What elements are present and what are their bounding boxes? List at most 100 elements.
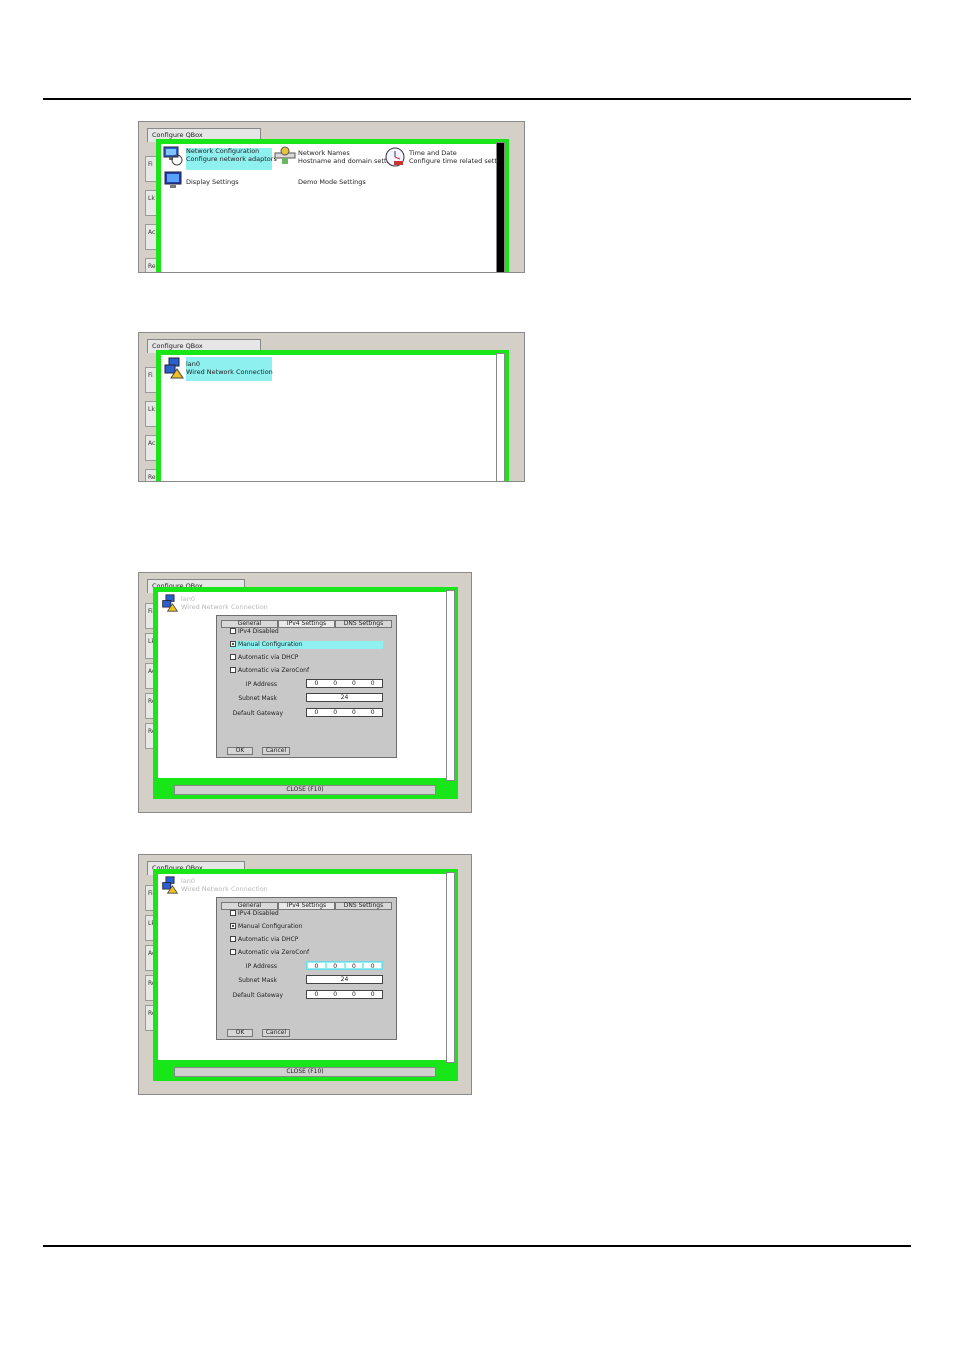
screenshot-configure-menu: Configure QBox Fi Lk Ac Re Network Confi…: [138, 121, 525, 273]
option-manual-configuration[interactable]: Manual Configuration: [230, 923, 302, 931]
cancel-button[interactable]: Cancel: [262, 1029, 290, 1037]
close-button[interactable]: CLOSE (F10): [174, 785, 436, 795]
tab-general[interactable]: General: [221, 902, 278, 910]
option-zeroconf[interactable]: Automatic via ZeroConf: [230, 949, 309, 957]
ip-octet[interactable]: 0: [307, 962, 326, 970]
connection-type: Wired Network Connection: [186, 367, 273, 376]
ip-octet: 0: [351, 680, 356, 687]
network-config-icon: [163, 146, 185, 168]
ip-octet: 0: [333, 680, 338, 687]
tab-dns-settings[interactable]: DNS Settings: [335, 902, 392, 910]
screenshot-ipv4-dialog-manual: Configure QBox Fi Lk Ac Re Re CLOSE (F10…: [138, 572, 472, 813]
option-ipv4-disabled[interactable]: IPv4 Disabled: [230, 910, 279, 918]
top-rule: [43, 98, 911, 100]
menu-item-network-names[interactable]: Network Names Hostname and domain settin: [298, 149, 393, 165]
bottom-rule: [43, 1245, 911, 1247]
network-warning-icon: [160, 876, 180, 896]
option-dhcp[interactable]: Automatic via DHCP: [230, 936, 298, 944]
clock-icon: [384, 146, 406, 170]
screenshot-ipv4-dialog-ip-focus: Configure QBox Fi Lk Ac Re Re CLOSE (F10…: [138, 854, 472, 1095]
option-label: IPv4 Disabled: [238, 628, 279, 635]
subnet-mask-field[interactable]: 24: [306, 975, 383, 984]
ip-octet: 0: [370, 680, 375, 687]
ok-button[interactable]: OK: [227, 747, 253, 755]
connection-type: Wired Network Connection: [181, 884, 268, 893]
mask-value: 24: [340, 694, 349, 701]
gateway-octet: 0: [333, 709, 338, 716]
tab-ipv4-settings[interactable]: IPv4 Settings: [278, 902, 335, 910]
menu-item-display-settings[interactable]: Display Settings: [186, 178, 239, 187]
checkbox[interactable]: [230, 923, 236, 929]
ok-button[interactable]: OK: [227, 1029, 253, 1037]
cancel-button[interactable]: Cancel: [262, 747, 290, 755]
default-gateway-label: Default Gateway: [232, 992, 283, 999]
checkbox[interactable]: [230, 667, 236, 673]
gateway-octet: 0: [314, 709, 319, 716]
dialog-tabs: General IPv4 Settings DNS Settings: [221, 620, 392, 628]
option-zeroconf[interactable]: Automatic via ZeroConf: [230, 667, 309, 675]
screenshot-network-list: Configure QBox Fi Lk Ac Re lan0 Wired Ne…: [138, 332, 525, 482]
mask-value: 24: [340, 976, 349, 983]
subnet-mask-label: Subnet Mask: [238, 977, 277, 984]
tab-dns-settings[interactable]: DNS Settings: [335, 620, 392, 628]
dialog-tabs: General IPv4 Settings DNS Settings: [221, 902, 392, 910]
option-label: Manual Configuration: [238, 641, 303, 648]
tab-ipv4-settings[interactable]: IPv4 Settings: [278, 620, 335, 628]
item-subtitle: Configure time related settin: [409, 156, 499, 165]
item-subtitle: Configure network adaptors: [186, 154, 277, 163]
option-label: Automatic via ZeroConf: [238, 949, 310, 956]
default-gateway-field[interactable]: 0 0 0 0: [306, 990, 383, 999]
monitor-icon: [163, 171, 185, 193]
gateway-octet: 0: [370, 991, 375, 998]
subnet-mask-label: Subnet Mask: [238, 695, 277, 702]
connection-lan0[interactable]: lan0 Wired Network Connection: [186, 357, 273, 381]
menu-item-network-configuration[interactable]: Network Configuration Configure network …: [186, 147, 277, 170]
option-dhcp[interactable]: Automatic via DHCP: [230, 654, 298, 662]
subnet-mask-field[interactable]: 24: [306, 693, 383, 702]
scrollbar[interactable]: [446, 872, 455, 1063]
ip-octet: 0: [314, 680, 319, 687]
connection-title: lan0 Wired Network Connection: [181, 877, 268, 893]
option-label: Automatic via DHCP: [238, 654, 299, 661]
connection-title: lan0 Wired Network Connection: [181, 595, 268, 611]
network-warning-icon: [163, 357, 185, 381]
checkbox[interactable]: [230, 654, 236, 660]
scrollbar[interactable]: [446, 590, 455, 781]
ip-address-label: IP Address: [245, 681, 277, 688]
item-subtitle: Hostname and domain settin: [298, 156, 393, 165]
gateway-octet: 0: [314, 991, 319, 998]
network-names-icon: [274, 146, 296, 168]
checkbox[interactable]: [230, 641, 236, 647]
default-gateway-label: Default Gateway: [232, 710, 283, 717]
ip-address-field[interactable]: 0 0 0 0: [306, 679, 383, 688]
checkbox[interactable]: [230, 949, 236, 955]
ip-address-label: IP Address: [245, 963, 277, 970]
connection-type: Wired Network Connection: [181, 602, 268, 611]
ipv4-settings-dialog: General IPv4 Settings DNS Settings IPv4 …: [216, 897, 397, 1040]
ip-octet[interactable]: 0: [344, 962, 364, 970]
option-ipv4-disabled[interactable]: IPv4 Disabled: [230, 628, 279, 636]
option-label: IPv4 Disabled: [238, 910, 279, 917]
ip-octet[interactable]: 0: [363, 962, 382, 970]
option-manual-configuration[interactable]: Manual Configuration: [230, 641, 383, 649]
option-label: Automatic via ZeroConf: [238, 667, 310, 674]
menu-item-demo-mode[interactable]: Demo Mode Settings: [298, 178, 366, 187]
gateway-octet: 0: [351, 991, 356, 998]
ip-octet[interactable]: 0: [325, 962, 345, 970]
option-label: Manual Configuration: [238, 923, 303, 930]
checkbox[interactable]: [230, 628, 236, 634]
gateway-octet: 0: [370, 709, 375, 716]
checkbox[interactable]: [230, 936, 236, 942]
close-button[interactable]: CLOSE (F10): [174, 1067, 436, 1077]
gateway-octet: 0: [333, 991, 338, 998]
tab-general[interactable]: General: [221, 620, 278, 628]
checkbox[interactable]: [230, 910, 236, 916]
menu-item-time-date[interactable]: Time and Date Configure time related set…: [409, 150, 499, 165]
ip-address-field[interactable]: 0000: [306, 961, 383, 970]
default-gateway-field[interactable]: 0 0 0 0: [306, 708, 383, 717]
gateway-octet: 0: [351, 709, 356, 716]
ipv4-settings-dialog: General IPv4 Settings DNS Settings IPv4 …: [216, 615, 397, 758]
option-label: Automatic via DHCP: [238, 936, 299, 943]
network-warning-icon: [160, 594, 180, 614]
scrollbar[interactable]: [496, 353, 505, 481]
